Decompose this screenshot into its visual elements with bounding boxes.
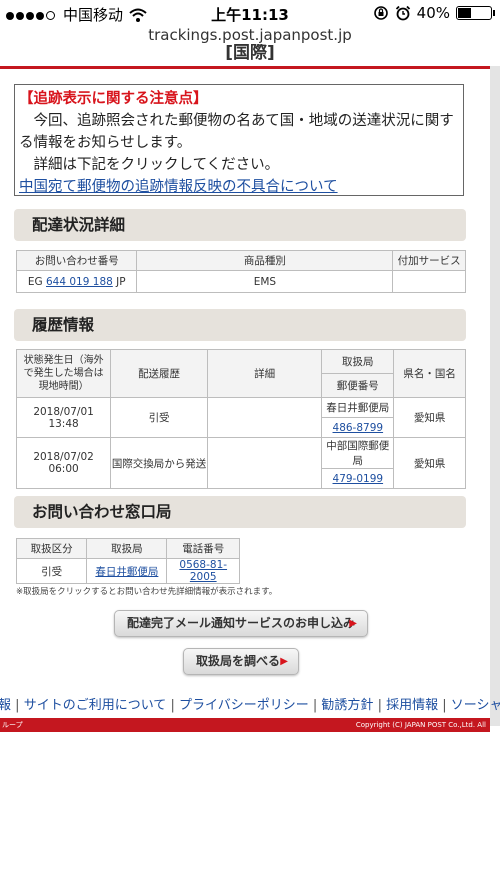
footer-link[interactable]: 報 [0,694,11,713]
col-tracking-number: お問い合わせ番号 [15,250,138,271]
footer-link[interactable]: 勧誘方針 [321,694,373,713]
page-title-area: [国際] [0,44,500,66]
col-date: 状態発生日（海外で発生した場合は現地時間） [15,349,112,398]
footer-copyright: Copyright (C) JAPAN POST Co.,Ltd. All [355,721,486,729]
postcode-link[interactable]: 479-0199 [333,473,384,485]
history-date-text: 2018/07/01 [33,405,94,418]
find-office-button[interactable]: 取扱局を調べる ▶ [183,648,299,675]
contact-category: 引受 [15,558,88,584]
postcode-link[interactable]: 486-8799 [333,422,384,434]
notice-title: 【追跡表示に関する注意点】 [19,91,208,107]
tracking-suffix: JP [116,275,126,288]
separator: | [312,698,318,713]
footer-bar: ループ Copyright (C) JAPAN POST Co.,Ltd. Al… [0,718,490,732]
col-office: 取扱局 [321,349,395,374]
separator: | [170,698,175,713]
section-contact: お問い合わせ窓口局 [14,496,466,528]
history-time-text: 13:48 [48,417,79,430]
additional-service-cell [392,270,466,293]
section-delivery-detail: 配達状況詳細 [14,209,466,241]
history-office: 中部国際郵便局 [321,437,395,469]
rotation-lock-icon [373,6,388,20]
footer-links: 報 | サイトのご利用について | プライバシーポリシー | 勧誘方針 | 採用… [0,694,500,718]
history-event: 国際交換局から発送 [110,437,208,489]
tracking-number-cell: EG 644 019 188 JP [15,270,138,293]
col-detail: 詳細 [206,349,323,398]
status-bar: 中国移动 上午11:13 40% [0,0,500,26]
page-edge [490,66,500,726]
history-table: 状態発生日（海外で発生した場合は現地時間） 配送履歴 詳細 取扱局 県名・国名 … [15,349,466,489]
battery-icon [456,6,495,20]
mail-service-label: 配達完了メール通知サービスのお申し込み [126,616,355,630]
history-date-text: 2018/07/02 [33,451,94,463]
page-title: [国際] [225,44,275,63]
notice-link[interactable]: 中国宛て郵便物の追跡情報反映の不具合について [19,179,338,195]
mail-service-button[interactable]: 配達完了メール通知サービスのお申し込み ▶ [114,610,368,637]
col-category: 取扱区分 [15,538,88,559]
arrow-right-icon: ▶ [280,656,288,667]
separator: | [15,698,20,713]
history-detail [206,397,323,438]
battery-percent: 40% [416,4,450,22]
history-detail [206,437,323,489]
history-date: 2018/07/01 13:48 [15,397,112,438]
find-office-label: 取扱局を調べる [196,654,281,668]
footer-link[interactable]: サイトのご利用について [24,694,167,713]
footer-group: ループ [2,721,23,729]
delivery-detail-table: お問い合わせ番号 商品種別 付加サービス EG 644 019 188 JP E… [15,250,466,293]
history-region: 愛知県 [393,437,466,489]
col-additional-service: 付加サービス [392,250,466,271]
col-phone: 電話番号 [166,538,240,559]
history-row: 2018/07/02 06:00 国際交換局から発送 中部国際郵便局 愛知県 [15,437,466,489]
notice-instruction: 詳細は下記をクリックしてください。 [33,157,280,173]
col-event: 配送履歴 [110,349,208,398]
history-date: 2018/07/02 06:00 [15,437,112,489]
header-divider [0,66,490,69]
status-right: 40% [373,4,495,22]
col-contact-office: 取扱局 [86,538,168,559]
footer-link[interactable]: ソーシャル [451,694,500,713]
col-postcode: 郵便番号 [321,373,395,398]
separator: | [377,698,382,713]
history-event: 引受 [110,397,208,438]
history-region: 愛知県 [393,397,466,438]
notice-text: 今回、追跡照会された郵便物の名あて国・地域の送達状況に関する情報をお知らせします… [19,113,454,151]
separator: | [442,698,447,713]
history-office: 春日井郵便局 [321,397,395,418]
contact-note: ※取扱局をクリックするとお問い合わせ先詳細情報が表示されます。 [16,587,278,597]
col-region: 県名・国名 [393,349,466,398]
contact-office-link[interactable]: 春日井郵便局 [95,566,158,578]
contact-table: 取扱区分 取扱局 電話番号 引受 春日井郵便局 0568-81-2005 [15,538,240,584]
history-row: 2018/07/01 13:48 引受 春日井郵便局 愛知県 [15,397,466,438]
product-type-cell: EMS [136,270,394,293]
url-text: trackings.post.japanpost.jp [148,26,352,44]
col-product-type: 商品種別 [136,250,394,271]
history-time-text: 06:00 [48,463,79,475]
notice-box: 【追跡表示に関する注意点】 今回、追跡照会された郵便物の名あて国・地域の送達状況… [14,84,464,196]
alarm-icon [395,5,410,21]
tracking-prefix: EG [27,275,43,288]
arrow-right-icon: ▶ [349,618,357,629]
footer-link[interactable]: 採用情報 [386,694,438,713]
contact-phone-link[interactable]: 0568-81-2005 [179,559,227,583]
footer-link[interactable]: プライバシーポリシー [179,694,309,713]
tracking-number-link[interactable]: 644 019 188 [46,276,113,288]
section-history: 履歴情報 [14,309,466,341]
